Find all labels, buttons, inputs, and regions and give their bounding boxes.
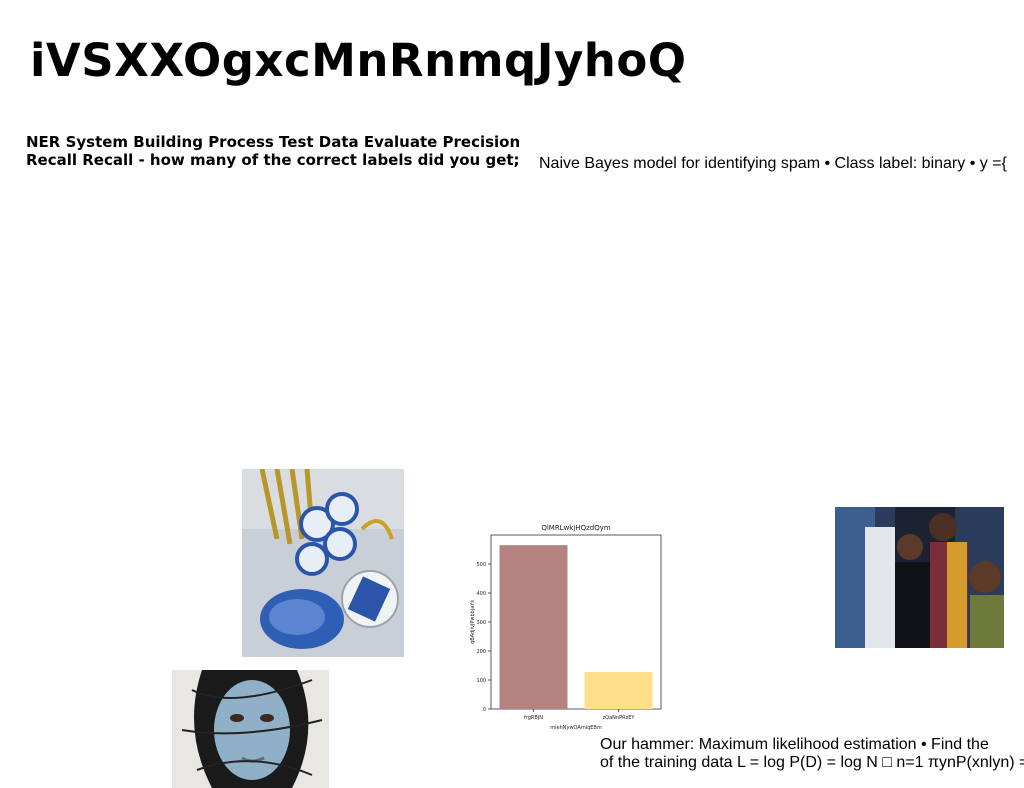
max-likelihood-text: Our hammer: Maximum likelihood estimatio…: [600, 736, 1024, 772]
y-tick-label: 500: [476, 562, 486, 568]
max-likelihood-line-1: Our hammer: Maximum likelihood estimatio…: [600, 736, 989, 753]
dessert-photo: [242, 469, 404, 657]
naive-bayes-text: Naive Bayes model for identifying spam •…: [539, 155, 1007, 172]
people-photo: [835, 507, 1004, 648]
y-tick-label: 200: [476, 649, 486, 655]
y-tick-label: 0: [483, 707, 486, 713]
y-tick-label: 400: [476, 591, 486, 597]
y-tick-label: 100: [476, 678, 486, 684]
chart-title: QlMRLwkjHQzdQym: [541, 524, 611, 532]
ner-process-text: NER System Building Process Test Data Ev…: [26, 133, 521, 169]
x-tick-label: zQaNnPRzEY: [603, 715, 636, 721]
bar-chart: QlMRLwkjHQzdQym 0 100 200 300 400 500 frgRBJN zQ…: [466, 518, 671, 733]
bar: [499, 545, 568, 709]
y-axis-label: qBAdjlvJPwbbjaYs: [470, 600, 476, 644]
bar: [584, 671, 653, 709]
x-tick-label: frgRBJN: [524, 715, 543, 721]
x-axis-label: miehNywOAmlqEBm: [550, 725, 602, 731]
max-likelihood-line-2: of the training data L = log P(D) = log …: [600, 754, 1024, 771]
slide-title: iVSXXOgxcMnRnmqJyhoQ: [30, 34, 687, 87]
y-tick-label: 300: [476, 620, 486, 626]
painted-face-photo: [172, 670, 329, 788]
